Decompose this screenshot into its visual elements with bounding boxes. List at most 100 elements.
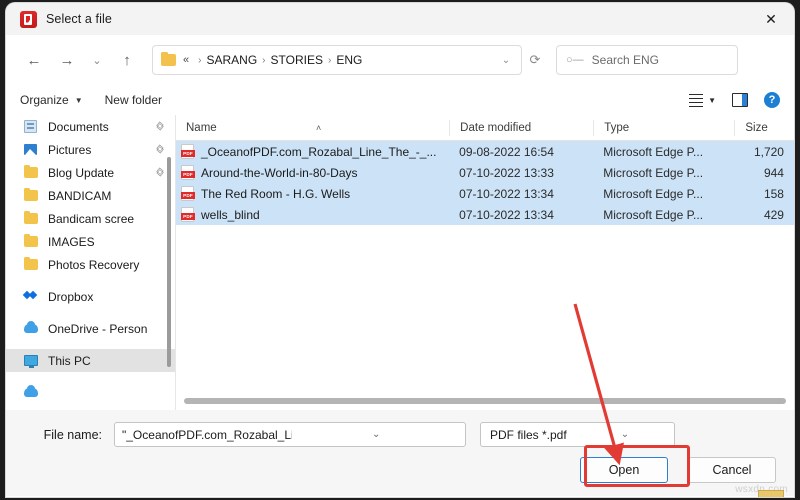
- file-name-cell: wells_blind: [176, 207, 449, 222]
- file-type-value: PDF files *.pdf: [490, 427, 567, 442]
- new-folder-label: New folder: [104, 93, 162, 107]
- pin-icon: ⧉: [153, 142, 166, 157]
- up-icon[interactable]: ↑: [113, 46, 141, 74]
- chevron-down-icon[interactable]: ⌄: [292, 429, 462, 440]
- search-placeholder: Search ENG: [591, 53, 660, 67]
- breadcrumb-overflow[interactable]: «: [183, 54, 189, 66]
- file-name-text: The Red Room - H.G. Wells: [201, 186, 351, 201]
- scrollbar-thumb[interactable]: [184, 398, 786, 404]
- file-type-cell: Microsoft Edge P...: [603, 144, 704, 159]
- navigation-pane: Documents ⧉ Pictures ⧉ Blog Update ⧉ BAN…: [6, 115, 176, 410]
- forward-icon[interactable]: →: [53, 46, 81, 74]
- pdf-file-icon: [181, 144, 195, 159]
- sidebar-item-partial[interactable]: [6, 381, 175, 404]
- breadcrumb-item-eng[interactable]: ENG: [336, 53, 362, 67]
- search-box[interactable]: ○— Search ENG: [556, 45, 738, 75]
- folder-icon: [24, 210, 41, 224]
- command-bar: Organize ▼ New folder ▼ ?: [6, 85, 794, 115]
- column-header-date-modified[interactable]: Date modified: [449, 119, 593, 136]
- file-name-text: Around-the-World-in-80-Days: [201, 165, 358, 180]
- breadcrumb: « › SARANG › STORIES › ENG: [183, 53, 493, 67]
- file-name-text: wells_blind: [201, 207, 260, 222]
- sidebar-item-label: OneDrive - Person: [48, 321, 148, 336]
- file-name-input[interactable]: "_OceanofPDF.com_Rozabal_Line_The_-_Ashw…: [114, 422, 466, 447]
- table-row[interactable]: Around-the-World-in-80-Days 07-10-2022 1…: [176, 162, 794, 183]
- sidebar-item-dropbox[interactable]: Dropbox: [6, 285, 175, 308]
- file-date-cell: 07-10-2022 13:33: [459, 165, 554, 180]
- folder-icon: [24, 233, 41, 247]
- file-name-cell: The Red Room - H.G. Wells: [176, 186, 449, 201]
- chevron-down-icon[interactable]: ⌄: [493, 55, 519, 66]
- breadcrumb-separator: ›: [198, 54, 202, 66]
- column-label: Name: [186, 121, 217, 134]
- back-icon[interactable]: ←: [20, 46, 48, 74]
- organize-label: Organize: [20, 93, 69, 107]
- table-row[interactable]: _OceanofPDF.com_Rozabal_Line_The_-_... 0…: [176, 141, 794, 162]
- folder-icon: [161, 51, 176, 66]
- breadcrumb-separator: ›: [327, 54, 332, 66]
- preview-pane-icon[interactable]: [732, 93, 748, 107]
- address-bar[interactable]: « › SARANG › STORIES › ENG ⌄: [152, 45, 522, 75]
- file-date-cell: 07-10-2022 13:34: [459, 186, 554, 201]
- sidebar-scrollbar[interactable]: [167, 157, 171, 367]
- sidebar-item-photos-recovery[interactable]: Photos Recovery: [6, 253, 175, 276]
- column-label: Date modified: [460, 121, 532, 134]
- folder-icon: [24, 256, 41, 270]
- breadcrumb-separator: ›: [262, 54, 266, 66]
- sidebar-item-this-pc[interactable]: This PC: [6, 349, 175, 372]
- column-header-size[interactable]: Size: [734, 119, 794, 136]
- file-list: Name ˄ Date modified Type Size PDF _Ocea…: [176, 115, 794, 410]
- navigation-bar: ← → ⌄ ↑ « › SARANG › STORIES › ENG ⌄ ⟳ ○: [6, 35, 794, 85]
- sidebar-item-documents[interactable]: Documents ⧉: [6, 115, 175, 138]
- sidebar-item-pictures[interactable]: Pictures ⧉: [6, 138, 175, 161]
- sidebar-item-label: This PC: [48, 353, 91, 368]
- file-size-cell: 429: [763, 207, 784, 222]
- sidebar-item-label: Documents: [48, 119, 109, 134]
- sidebar-item-blog-update[interactable]: Blog Update ⧉: [6, 161, 175, 184]
- dialog-body: Documents ⧉ Pictures ⧉ Blog Update ⧉ BAN…: [6, 115, 794, 410]
- breadcrumb-item-stories[interactable]: STORIES: [271, 53, 323, 67]
- close-icon[interactable]: ✕: [748, 3, 794, 35]
- sidebar-item-label: IMAGES: [48, 234, 95, 249]
- pdf-file-icon: [181, 165, 195, 180]
- file-type-cell: Microsoft Edge P...: [603, 165, 704, 180]
- column-header-type[interactable]: Type: [593, 119, 734, 136]
- watermark-badge: [758, 490, 784, 497]
- sidebar-item-images[interactable]: IMAGES: [6, 230, 175, 253]
- sidebar-item-label: Photos Recovery: [48, 257, 140, 272]
- recent-locations-icon[interactable]: ⌄: [86, 46, 108, 74]
- file-name-cell: _OceanofPDF.com_Rozabal_Line_The_-_...: [176, 144, 449, 159]
- organize-button[interactable]: Organize ▼: [20, 93, 83, 107]
- table-row[interactable]: wells_blind 07-10-2022 13:34 Microsoft E…: [176, 204, 794, 225]
- sidebar-item-bandicam[interactable]: BANDICAM: [6, 184, 175, 207]
- column-header-name[interactable]: Name ˄: [176, 122, 449, 134]
- horizontal-scrollbar[interactable]: [184, 398, 786, 406]
- pictures-icon: [24, 144, 41, 155]
- refresh-icon[interactable]: ⟳: [522, 52, 548, 68]
- pdf-file-icon: [181, 207, 195, 222]
- table-row[interactable]: The Red Room - H.G. Wells 07-10-2022 13:…: [176, 183, 794, 204]
- file-size-cell: 1,720: [753, 144, 784, 159]
- pdf-app-icon: [20, 10, 37, 28]
- help-icon[interactable]: ?: [764, 92, 780, 108]
- open-button[interactable]: Open: [580, 457, 668, 483]
- file-picker-dialog: Select a file ✕ ← → ⌄ ↑ « › SARANG › STO…: [6, 3, 794, 497]
- chevron-down-icon[interactable]: ▼: [708, 96, 716, 105]
- breadcrumb-item-sarang[interactable]: SARANG: [206, 53, 257, 67]
- sidebar-item-label: Blog Update: [48, 165, 115, 180]
- sidebar-item-bandicam-screenshots[interactable]: Bandicam scree: [6, 207, 175, 230]
- new-folder-button[interactable]: New folder: [105, 93, 162, 107]
- sidebar-item-label: Pictures: [48, 142, 92, 157]
- file-type-cell: Microsoft Edge P...: [603, 186, 704, 201]
- file-name-cell: Around-the-World-in-80-Days: [176, 165, 449, 180]
- view-list-icon[interactable]: [688, 93, 706, 108]
- cancel-button[interactable]: Cancel: [688, 457, 776, 483]
- sidebar-item-onedrive[interactable]: OneDrive - Person: [6, 317, 175, 340]
- button-row: Open Cancel: [6, 447, 794, 483]
- file-type-select[interactable]: PDF files *.pdf ⌄: [480, 422, 675, 447]
- onedrive-icon: [24, 385, 41, 397]
- command-bar-right: ▼ ?: [688, 92, 780, 108]
- chevron-down-icon[interactable]: ⌄: [580, 429, 670, 440]
- this-pc-icon: [24, 355, 41, 368]
- file-size-cell: 158: [763, 186, 784, 201]
